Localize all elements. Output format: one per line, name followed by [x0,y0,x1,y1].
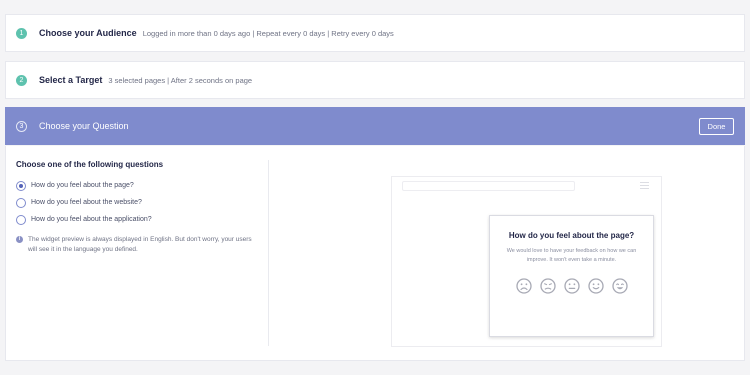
question-options: Choose one of the following questions Ho… [16,160,266,255]
step-target[interactable]: 2 Select a Target 3 selected pages | Aft… [5,61,745,99]
widget-subtitle: We would love to have your feedback on h… [506,248,637,263]
step-title-audience: Choose your Audience [39,28,137,38]
sad-face-icon [539,278,556,294]
step-question: 3 Choose your Question Done [5,107,745,145]
info-note: i The widget preview is always displayed… [16,235,266,255]
option-label: How do you feel about the application? [31,216,152,223]
step-summary-audience: Logged in more than 0 days ago | Repeat … [142,28,394,38]
option-label: How do you feel about the page? [31,182,134,189]
column-divider [268,160,269,346]
very-happy-face-icon [611,278,628,294]
very-sad-face-icon [515,278,532,294]
question-panel: Choose one of the following questions Ho… [5,146,745,361]
info-text: The widget preview is always displayed i… [28,236,252,253]
question-option-page[interactable]: How do you feel about the page? [16,180,266,191]
menu-icon [640,182,649,191]
step-summary-target: 3 selected pages | After 2 seconds on pa… [108,75,253,85]
browser-mockup: How do you feel about the page? We would… [391,176,662,347]
step-number-1: 1 [16,27,27,39]
rating-faces [490,278,653,294]
radio-button-checked[interactable] [16,180,26,191]
option-label: How do you feel about the website? [31,199,142,206]
question-heading: Choose one of the following questions [16,160,164,169]
step-audience[interactable]: 1 Choose your Audience Logged in more th… [5,14,745,52]
widget-preview: How do you feel about the page? We would… [489,215,654,337]
info-icon: i [16,236,23,243]
browser-address-bar [402,181,575,191]
step-number-3: 3 [16,120,27,132]
question-option-application[interactable]: How do you feel about the application? [16,214,266,225]
neutral-face-icon [563,278,580,294]
radio-button[interactable] [16,214,26,225]
radio-button[interactable] [16,197,26,208]
step-title-question: Choose your Question [39,121,129,131]
happy-face-icon [587,278,604,294]
widget-title: How do you feel about the page? [508,231,635,240]
done-button[interactable]: Done [699,118,734,135]
step-title-target: Select a Target [39,75,103,85]
question-option-website[interactable]: How do you feel about the website? [16,197,266,208]
step-number-2: 2 [16,74,27,86]
